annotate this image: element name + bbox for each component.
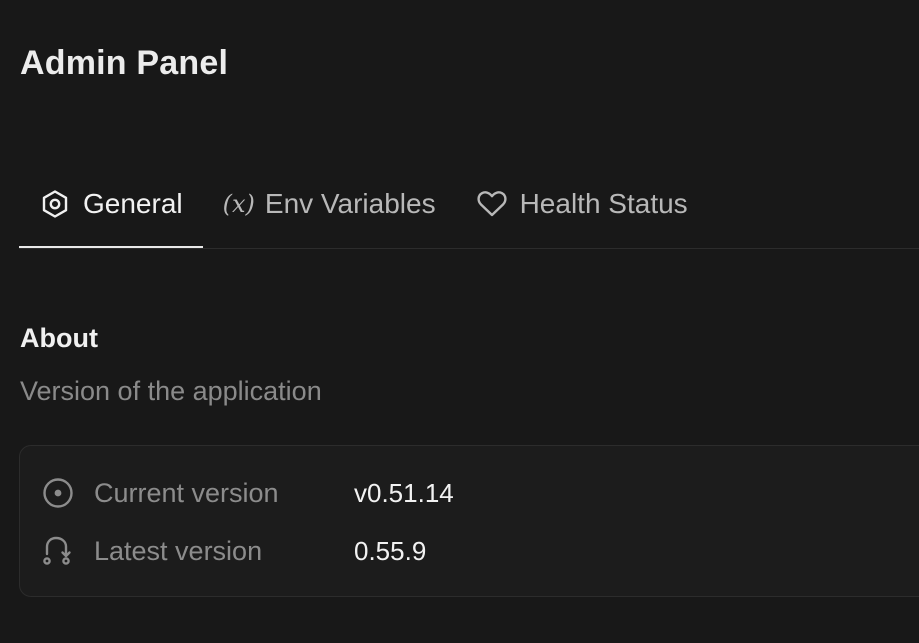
latest-version-label: Latest version (94, 535, 263, 566)
current-version-value: v0.51.14 (354, 477, 454, 508)
latest-version-row: Latest version 0.55.9 (42, 531, 426, 571)
latest-version-value: 0.55.9 (354, 535, 427, 566)
current-version-label: Current version (94, 477, 279, 508)
tab-env-variables[interactable]: (x) Env Variables (203, 162, 456, 246)
about-title: About (20, 323, 98, 353)
tab-env-variables-label: Env Variables (264, 188, 436, 219)
page-title: Admin Panel (20, 44, 229, 82)
circle-dot-icon (42, 477, 74, 509)
hexagon-settings-icon (39, 188, 71, 220)
tab-general[interactable]: General (19, 162, 203, 248)
tab-bar: General (x) Env Variables Health Status (19, 162, 919, 249)
current-version-row: Current version v0.51.14 (42, 473, 454, 513)
tab-health-status[interactable]: Health Status (456, 162, 708, 246)
git-pull-request-icon (42, 535, 74, 567)
admin-panel-page: Admin Panel General (x) Env Variables He… (0, 0, 919, 643)
about-subtitle: Version of the application (20, 376, 322, 406)
tab-health-status-label: Health Status (519, 188, 688, 219)
tab-general-label: General (83, 188, 183, 219)
heart-icon (476, 188, 508, 220)
variable-x-icon: (x) (222, 190, 255, 218)
version-card: Current version v0.51.14 Latest version … (19, 445, 919, 597)
